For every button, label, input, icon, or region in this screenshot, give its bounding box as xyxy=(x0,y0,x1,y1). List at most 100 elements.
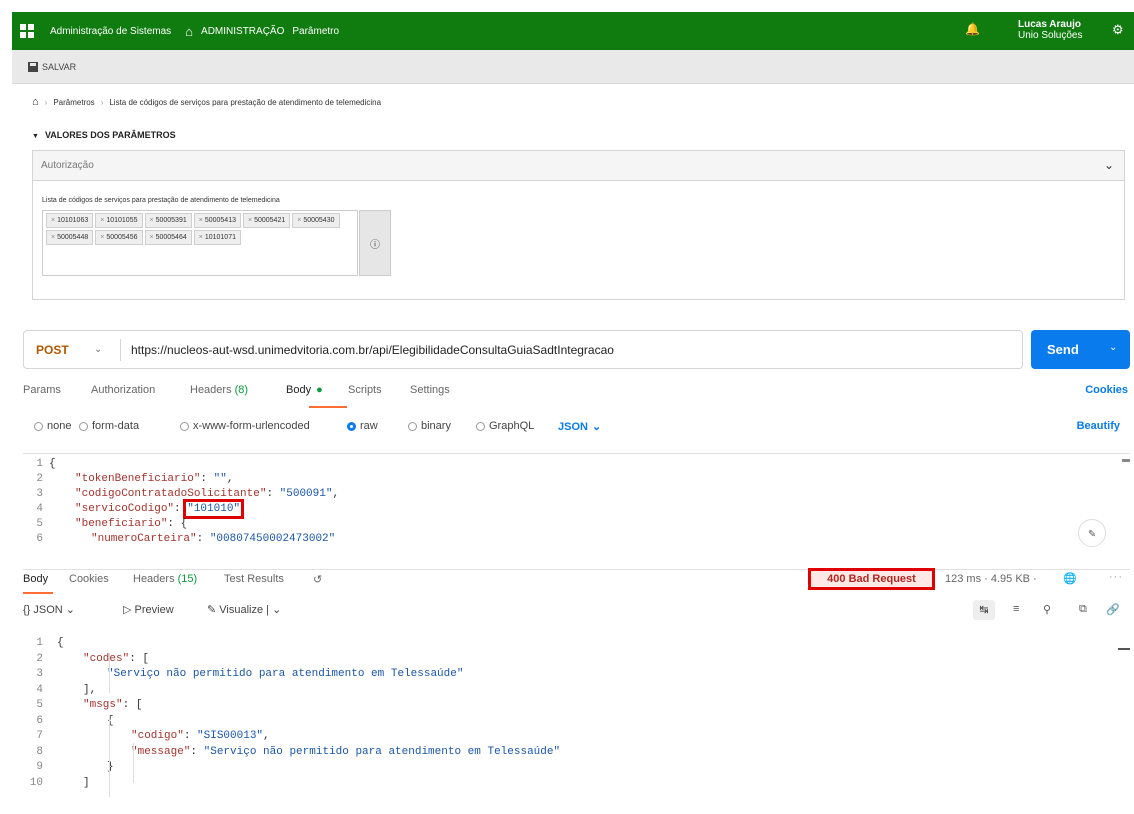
parameter-panel: Autorização ⌄ Lista de códigos de serviç… xyxy=(32,150,1125,300)
json-key: "msgs" xyxy=(83,699,123,711)
filter-icon[interactable]: ≡ xyxy=(1013,603,1019,615)
copy-icon[interactable]: ⧉ xyxy=(1079,603,1087,616)
radio-raw[interactable]: raw xyxy=(347,420,378,432)
code-token: ] xyxy=(83,776,90,789)
app-name[interactable]: Administração de Sistemas xyxy=(50,26,171,37)
tab-authorization[interactable]: Authorization xyxy=(91,384,155,396)
tag-item[interactable]: × 10101071 xyxy=(193,230,241,245)
globe-icon[interactable]: 🌐 xyxy=(1063,572,1077,585)
response-meta[interactable]: 123 ms · 4.95 KB · xyxy=(945,573,1037,585)
more-options-icon[interactable]: ··· xyxy=(1109,571,1123,583)
json-key: "codes" xyxy=(83,652,130,665)
tab-body[interactable]: Body ● xyxy=(286,384,323,396)
radio-binary[interactable]: binary xyxy=(408,420,451,432)
remove-tag-icon[interactable]: × xyxy=(51,234,55,241)
home-icon[interactable]: ⌂ xyxy=(32,96,39,108)
code-token: { xyxy=(107,714,114,727)
section-header-label: VALORES DOS PARÂMETROS xyxy=(44,130,176,140)
section-title[interactable]: ADMINISTRAÇÃO xyxy=(201,26,284,37)
remove-tag-icon[interactable]: × xyxy=(100,234,104,241)
search-icon[interactable]: ⚲ xyxy=(1043,603,1051,616)
tag-list: × 10101063 × 10101055 × 50005391 × 50005413 × 500… xyxy=(46,213,356,245)
remove-tag-icon[interactable]: × xyxy=(150,217,154,224)
tag-item[interactable]: × 50005448 xyxy=(46,230,94,245)
remove-tag-icon[interactable]: × xyxy=(297,217,301,224)
remove-tag-icon[interactable]: × xyxy=(51,217,55,224)
remove-tag-icon[interactable]: × xyxy=(248,217,252,224)
radio-none[interactable]: none xyxy=(34,420,71,432)
radio-icon xyxy=(476,421,485,431)
resp-tab-headers[interactable]: Headers (15) xyxy=(133,573,197,585)
tag-item[interactable]: × 50005421 xyxy=(243,213,291,228)
tag-item[interactable]: × 50005464 xyxy=(144,230,192,245)
save-button[interactable]: SALVAR xyxy=(42,62,76,72)
remove-tag-icon[interactable]: × xyxy=(199,234,203,241)
scrollbar-thumb[interactable] xyxy=(1122,459,1130,462)
chevron-down-icon[interactable]: ⌄ xyxy=(94,344,114,355)
code-punctuation: , xyxy=(332,488,340,500)
tag-label: 10101055 xyxy=(106,217,138,224)
tags-input[interactable]: × 10101063 × 10101055 × 50005391 × 50005413 × 500… xyxy=(42,210,358,276)
json-value: "101010" xyxy=(183,499,245,519)
preview-button[interactable]: ▷ Preview xyxy=(123,603,174,616)
wrap-lines-icon[interactable]: ↹ xyxy=(973,600,995,620)
line-number: 5 xyxy=(36,699,43,711)
tab-settings[interactable]: Settings xyxy=(410,384,450,396)
section-header[interactable]: ▼ VALORES DOS PARÂMETROS xyxy=(32,130,176,140)
code-colon: : xyxy=(200,473,214,485)
tag-item[interactable]: × 10101063 xyxy=(46,213,94,228)
code-token: { xyxy=(49,458,56,470)
visualize-label: Visualize xyxy=(219,604,264,616)
tag-item[interactable]: × 50005430 xyxy=(292,213,340,228)
info-button[interactable]: ⓘ xyxy=(359,210,391,276)
panel-header[interactable]: Autorização ⌄ xyxy=(33,151,1124,181)
tag-item[interactable]: × 50005413 xyxy=(193,213,241,228)
bell-icon[interactable]: 🔔 xyxy=(965,22,980,36)
chevron-down-icon[interactable]: ⌄ xyxy=(1104,158,1114,172)
visualize-floating-icon[interactable]: ✎ xyxy=(1078,519,1106,547)
remove-tag-icon[interactable]: × xyxy=(150,234,154,241)
send-button[interactable]: Send ⌄ xyxy=(1031,330,1130,369)
radio-form-data[interactable]: form-data xyxy=(79,420,139,432)
resp-tab-cookies[interactable]: Cookies xyxy=(69,573,109,585)
resp-tab-body[interactable]: Body xyxy=(23,573,48,585)
radio-graphql[interactable]: GraphQL xyxy=(476,420,534,432)
user-info[interactable]: Lucas Araujo Unio Soluções xyxy=(1018,19,1082,41)
tag-item[interactable]: × 50005391 xyxy=(144,213,192,228)
link-icon[interactable]: 🔗 xyxy=(1106,603,1120,616)
tab-headers[interactable]: Headers (8) xyxy=(190,384,248,396)
apps-grid-icon[interactable] xyxy=(20,24,34,38)
tab-scripts[interactable]: Scripts xyxy=(348,384,382,396)
remove-tag-icon[interactable]: × xyxy=(100,217,104,224)
beautify-link[interactable]: Beautify xyxy=(1077,420,1120,432)
admin-toolbar: SALVAR xyxy=(12,50,1134,84)
request-body-editor[interactable]: ✎ 1 {2 "tokenBeneficiario": "", 3 "codigoCon… xyxy=(23,453,1130,553)
method-select[interactable]: POST xyxy=(36,343,94,357)
status-badge[interactable]: 400 Bad Request xyxy=(808,568,935,590)
remove-tag-icon[interactable]: × xyxy=(199,217,203,224)
radio-urlencoded-label: x-www-form-urlencoded xyxy=(193,420,310,432)
tab-params[interactable]: Params xyxy=(23,384,61,396)
resp-tab-test-results[interactable]: Test Results xyxy=(224,573,284,585)
request-tabs: Params Authorization Headers (8) Body ● … xyxy=(23,384,1130,408)
radio-icon xyxy=(34,421,43,431)
radio-icon xyxy=(180,421,189,431)
tag-item[interactable]: × 50005456 xyxy=(95,230,143,245)
visualize-button[interactable]: ✎ Visualize | ⌄ xyxy=(207,603,281,616)
tag-item[interactable]: × 10101055 xyxy=(95,213,143,228)
code-content: ] xyxy=(83,777,90,789)
save-icon[interactable] xyxy=(28,61,38,72)
chevron-down-icon[interactable]: ⌄ xyxy=(1109,342,1117,353)
gear-icon[interactable]: ⚙ xyxy=(1112,22,1124,38)
response-body-editor[interactable]: 1{2 "codes": [3 "Serviço não permitido par… xyxy=(23,633,1130,814)
radio-urlencoded[interactable]: x-www-form-urlencoded xyxy=(180,420,310,432)
resp-format-select[interactable]: {} JSON ⌄ xyxy=(23,603,75,616)
code-punctuation: , xyxy=(240,503,247,515)
scrollbar-thumb[interactable] xyxy=(1118,648,1130,650)
breadcrumb-item-parametros[interactable]: Parâmetros xyxy=(53,98,94,107)
format-select[interactable]: JSON ⌄ xyxy=(558,420,601,434)
cookies-link[interactable]: Cookies xyxy=(1085,384,1128,396)
home-icon[interactable]: ⌂ xyxy=(185,24,193,39)
url-input[interactable]: https://nucleos-aut-wsd.unimedvitoria.co… xyxy=(131,343,614,357)
history-icon[interactable]: ↺ xyxy=(313,573,322,586)
